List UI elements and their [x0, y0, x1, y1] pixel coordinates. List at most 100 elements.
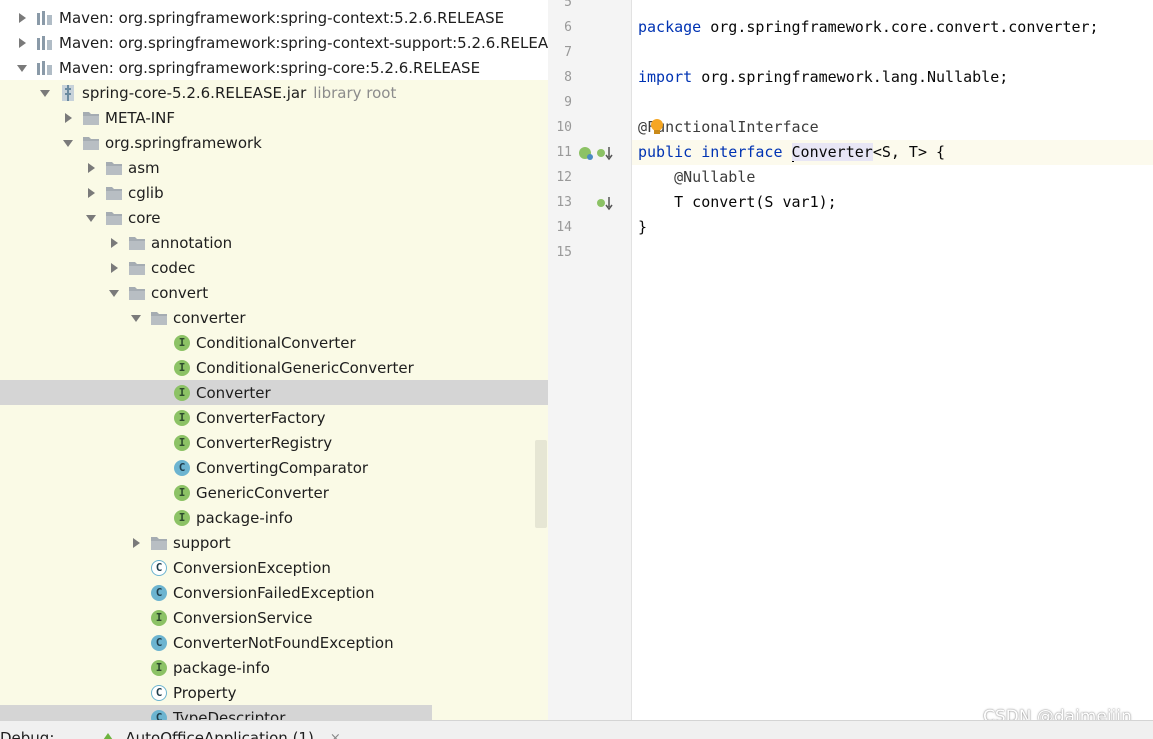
- tree-item-label: TypeDescriptor: [173, 708, 286, 721]
- tree-item-support[interactable]: support: [0, 530, 548, 555]
- tree-item-converternotfoundexception[interactable]: C ConverterNotFoundException: [0, 630, 548, 655]
- line-number: 11: [556, 145, 572, 160]
- tree-item-conversionfailedexception[interactable]: C ConversionFailedException: [0, 580, 548, 605]
- tree-item-codec[interactable]: codec: [0, 255, 548, 280]
- jar-icon: [59, 84, 77, 102]
- tree-item-label: org.springframework: [105, 133, 262, 152]
- tree-item-annotation[interactable]: annotation: [0, 230, 548, 255]
- tree-item-label: ConvertingComparator: [196, 458, 369, 477]
- tree-item-typedescriptor[interactable]: C TypeDescriptor: [0, 705, 432, 720]
- tree-item-conversionservice[interactable]: I ConversionService: [0, 605, 548, 630]
- tree-item-package-info[interactable]: Ipackage-info: [0, 655, 548, 680]
- gutter-markers[interactable]: [578, 190, 614, 215]
- interface-icon: I: [173, 409, 191, 427]
- implemented-icon[interactable]: [578, 145, 594, 161]
- implementations-arrow-icon[interactable]: [596, 195, 614, 211]
- tree-item-label: Converter: [196, 383, 271, 402]
- chevron-right-icon[interactable]: [15, 11, 29, 25]
- chevron-right-icon[interactable]: [84, 186, 98, 200]
- interface-icon: I: [173, 334, 191, 352]
- line-number: 7: [564, 45, 572, 60]
- tree-item-cglib[interactable]: cglib: [0, 180, 548, 205]
- tree-item-converter[interactable]: I Converter: [0, 380, 548, 405]
- class-icon: C: [150, 709, 168, 720]
- tree-item-convert[interactable]: convert: [0, 280, 548, 305]
- tree-item-label: ConversionFailedException: [173, 583, 375, 602]
- tree-item-spring-core-5-2-6-release-jar[interactable]: spring-core-5.2.6.RELEASE.jar library roo…: [0, 80, 548, 105]
- line-number: 10: [556, 120, 572, 135]
- debug-run-tab[interactable]: AutoOfficeApplication (1) ×: [99, 729, 341, 739]
- tree-item-label: support: [173, 533, 231, 552]
- folder-icon: [82, 109, 100, 127]
- implementations-arrow-icon[interactable]: [596, 145, 614, 161]
- tree-item-label: ConversionService: [173, 608, 313, 627]
- abstract-class-icon: C: [150, 559, 168, 577]
- chevron-right-icon[interactable]: [107, 261, 121, 275]
- class-icon: C: [173, 459, 191, 477]
- package-icon: [105, 184, 123, 202]
- tree-item-conditionalconverter[interactable]: I ConditionalConverter: [0, 330, 548, 355]
- tree-item-converterregistry[interactable]: I ConverterRegistry: [0, 430, 548, 455]
- chevron-right-icon[interactable]: [84, 161, 98, 175]
- interface-icon: I: [173, 384, 191, 402]
- tree-item-conditionalgenericconverter[interactable]: I ConditionalGenericConverter: [0, 355, 548, 380]
- tree-item-label: asm: [128, 158, 160, 177]
- tree-item-label: spring-core-5.2.6.RELEASE.jar: [82, 83, 307, 102]
- chevron-down-icon[interactable]: [15, 61, 29, 75]
- tree-item-property[interactable]: C Property: [0, 680, 548, 705]
- tree-item-conversionexception[interactable]: C ConversionException: [0, 555, 548, 580]
- tree-item-converterfactory[interactable]: I ConverterFactory: [0, 405, 548, 430]
- interface-icon: I: [173, 359, 191, 377]
- tree-item-meta-inf[interactable]: META-INF: [0, 105, 548, 130]
- line-number: 12: [556, 170, 572, 185]
- tree-item-label: annotation: [151, 233, 233, 252]
- tree-item-convertingcomparator[interactable]: C ConvertingComparator: [0, 455, 548, 480]
- gutter-markers[interactable]: [578, 140, 614, 165]
- chevron-down-icon[interactable]: [107, 286, 121, 300]
- tree-item-core[interactable]: core: [0, 205, 548, 230]
- code-editor[interactable]: package org.springframework.core.convert…: [632, 0, 1153, 720]
- chevron-right-icon[interactable]: [61, 111, 75, 125]
- tree-item-maven-org-springframework-spring-context-support-5-2-6-releas[interactable]: Maven: org.springframework:spring-contex…: [0, 30, 548, 55]
- tree-item-label: ConversionException: [173, 558, 331, 577]
- tree-item-asm[interactable]: asm: [0, 155, 548, 180]
- library-icon: [36, 59, 54, 77]
- debug-label: Debug:: [0, 729, 55, 739]
- chevron-right-icon[interactable]: [15, 36, 29, 50]
- chevron-right-icon[interactable]: [129, 536, 143, 550]
- line-number: 6: [564, 20, 572, 35]
- tree-scrollbar[interactable]: [535, 440, 547, 528]
- tree-item-label: convert: [151, 283, 209, 302]
- tree-item-label: Maven: org.springframework:spring-contex…: [59, 33, 548, 52]
- tree-item-package-info[interactable]: Ipackage-info: [0, 505, 548, 530]
- debug-toolbar: Debug: AutoOfficeApplication (1) ×: [0, 720, 1153, 739]
- chevron-down-icon[interactable]: [38, 86, 52, 100]
- package-icon: [128, 259, 146, 277]
- tree-item-org-springframework[interactable]: org.springframework: [0, 130, 548, 155]
- tree-item-label: core: [128, 208, 161, 227]
- tree-item-maven-org-springframework-spring-context-5-2-6-release[interactable]: Maven: org.springframework:spring-contex…: [0, 5, 548, 30]
- code-line-8: import org.springframework.lang.Nullable…: [638, 68, 1009, 86]
- code-line-10: @FunctionalInterface: [638, 118, 819, 136]
- package-icon: [128, 284, 146, 302]
- package-icon: [82, 134, 100, 152]
- lightbulb-icon[interactable]: [650, 118, 664, 140]
- chevron-right-icon[interactable]: [107, 236, 121, 250]
- line-number: 13: [556, 195, 572, 210]
- chevron-down-icon[interactable]: [84, 211, 98, 225]
- tree-item-converter[interactable]: converter: [0, 305, 548, 330]
- tree-item-genericconverter[interactable]: I GenericConverter: [0, 480, 548, 505]
- chevron-down-icon[interactable]: [61, 136, 75, 150]
- close-icon[interactable]: ×: [330, 731, 341, 739]
- tree-item-maven-org-springframework-spring-core-5-2-6-release[interactable]: Maven: org.springframework:spring-core:5…: [0, 55, 548, 80]
- chevron-down-icon[interactable]: [129, 311, 143, 325]
- code-line-12: @Nullable: [638, 168, 756, 186]
